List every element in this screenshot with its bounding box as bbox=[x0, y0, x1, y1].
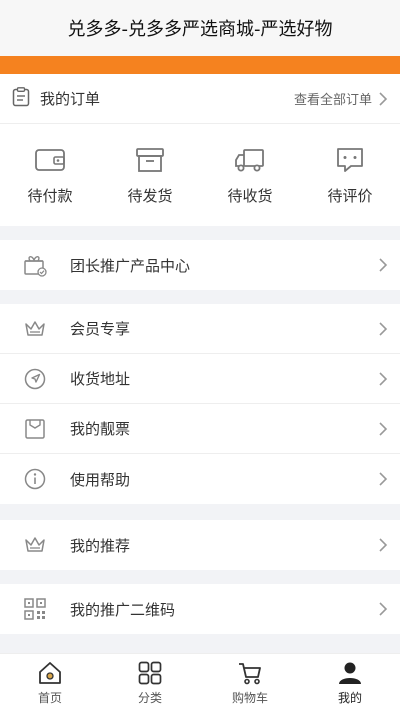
menu-item-help[interactable]: 使用帮助 bbox=[0, 454, 400, 504]
tab-label: 首页 bbox=[37, 690, 62, 705]
chevron-right-icon bbox=[379, 472, 388, 486]
clipboard-icon bbox=[12, 86, 30, 111]
home-icon bbox=[39, 661, 61, 684]
order-pending-receipt[interactable]: 待收货 bbox=[200, 145, 300, 206]
menu-item-label: 团长推广产品中心 bbox=[70, 256, 191, 275]
info-icon bbox=[22, 466, 48, 492]
order-status-bar: 待付款 待发货 待收货 待评价 bbox=[0, 124, 400, 226]
crown-icon bbox=[22, 316, 48, 342]
menu-item-my-recommendations[interactable]: 我的推荐 bbox=[0, 520, 400, 570]
tab-category[interactable]: 分类 bbox=[110, 660, 190, 706]
chevron-right-icon bbox=[379, 371, 388, 386]
crown-icon bbox=[22, 532, 48, 558]
cart-icon bbox=[239, 662, 261, 684]
menu-item-shipping-address[interactable]: 收货地址 bbox=[0, 354, 400, 404]
tab-label: 购物车 bbox=[231, 690, 268, 705]
user-icon bbox=[339, 662, 361, 684]
menu-item-label: 使用帮助 bbox=[70, 470, 131, 489]
order-item-label: 待评价 bbox=[327, 186, 373, 205]
tab-label: 分类 bbox=[137, 690, 162, 705]
menu-item-promotion-qrcode[interactable]: 我的推广二维码 bbox=[0, 584, 400, 634]
box-icon bbox=[136, 147, 164, 172]
gift-icon bbox=[22, 252, 48, 278]
qrcode-icon bbox=[22, 596, 48, 622]
menu-item-label: 我的靓票 bbox=[70, 420, 131, 438]
order-pending-review[interactable]: 待评价 bbox=[300, 145, 400, 206]
grid-icon bbox=[138, 661, 162, 684]
tab-mine[interactable]: 我的 bbox=[310, 660, 390, 706]
menu-item-label: 我的推荐 bbox=[70, 536, 131, 555]
tab-home[interactable]: 首页 bbox=[10, 660, 90, 706]
chevron-right-icon bbox=[379, 258, 388, 272]
menu-item-label: 收货地址 bbox=[70, 370, 131, 388]
order-item-label: 待发货 bbox=[127, 186, 173, 205]
my-orders-header[interactable]: 我的订单 查看全部订单 bbox=[0, 74, 400, 124]
menu-group-qrcode: 我的推广二维码 bbox=[0, 584, 400, 634]
page-title: 兑多多-兑多多严选商城-严选好物 bbox=[67, 19, 333, 40]
order-item-label: 待收货 bbox=[227, 186, 273, 205]
page-header: 兑多多-兑多多严选商城-严选好物 bbox=[0, 0, 400, 56]
chevron-right-icon bbox=[379, 321, 388, 336]
order-item-label: 待付款 bbox=[27, 186, 73, 205]
menu-item-my-invoice[interactable]: 我的靓票 bbox=[0, 404, 400, 454]
bottom-tab-bar: 首页 分类 购物车 我的 bbox=[0, 653, 400, 711]
chevron-right-icon bbox=[379, 91, 388, 106]
menu-item-label: 我的推广二维码 bbox=[70, 600, 176, 619]
menu-item-group-buy-center[interactable]: 团长推广产品中心 bbox=[0, 240, 400, 290]
chevron-right-icon bbox=[379, 602, 388, 616]
my-orders-title: 我的订单 bbox=[40, 90, 101, 108]
wallet-icon bbox=[35, 148, 65, 171]
invoice-icon bbox=[22, 416, 48, 442]
tab-cart[interactable]: 购物车 bbox=[210, 660, 290, 706]
location-icon bbox=[22, 366, 48, 392]
order-pending-shipment[interactable]: 待发货 bbox=[100, 145, 200, 206]
accent-banner bbox=[0, 56, 400, 74]
view-all-orders-link[interactable]: 查看全部订单 bbox=[294, 89, 372, 108]
menu-group-promotion: 团长推广产品中心 bbox=[0, 240, 400, 290]
menu-group-account: 会员专享 收货地址 我的靓票 使用帮助 bbox=[0, 304, 400, 504]
order-pending-payment[interactable]: 待付款 bbox=[0, 145, 100, 206]
chevron-right-icon bbox=[379, 421, 388, 436]
menu-item-label: 会员专享 bbox=[70, 320, 131, 338]
menu-group-recommend: 我的推荐 bbox=[0, 520, 400, 570]
tab-label: 我的 bbox=[337, 690, 362, 705]
comment-icon bbox=[337, 147, 363, 172]
menu-item-member-exclusive[interactable]: 会员专享 bbox=[0, 304, 400, 354]
chevron-right-icon bbox=[379, 538, 388, 552]
truck-icon bbox=[235, 148, 264, 171]
